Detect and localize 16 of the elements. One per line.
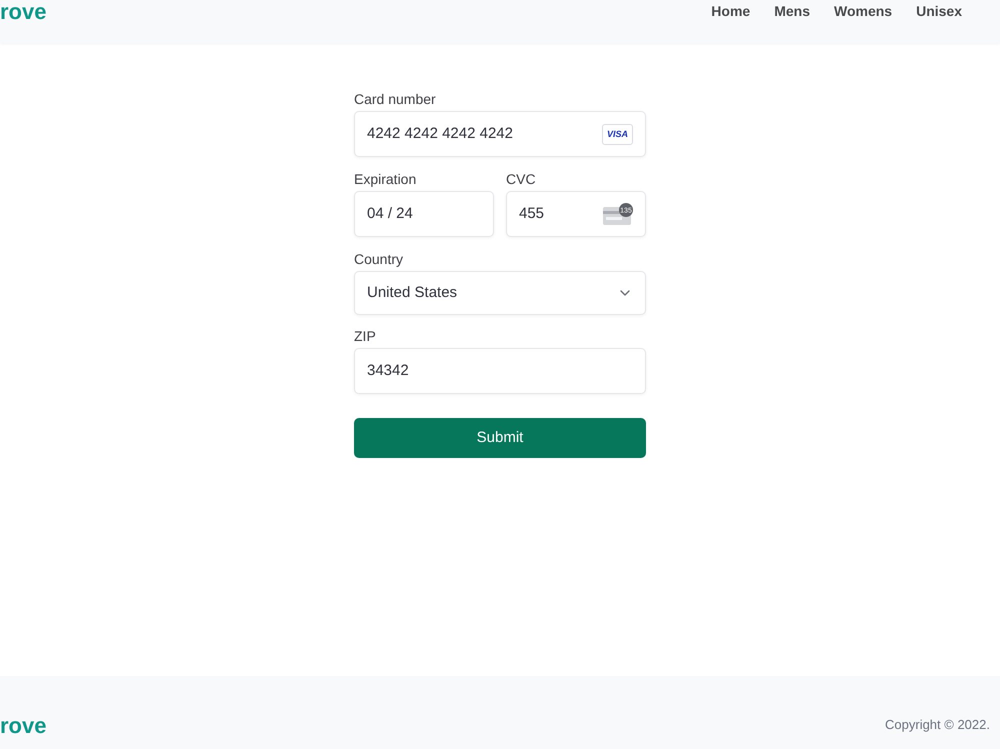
nav-link[interactable]: Unisex — [916, 2, 962, 20]
nav-link[interactable]: Home — [711, 2, 750, 20]
card-number-field[interactable]: 4242 4242 4242 4242 VISA — [354, 111, 646, 157]
field-label: Country — [354, 250, 404, 269]
nav-link[interactable]: Mens — [774, 2, 810, 20]
country-select[interactable]: United States — [354, 271, 646, 315]
nav-link[interactable]: Womens — [834, 2, 892, 20]
field-label: Card number — [354, 90, 436, 109]
copyright-text: Copyright © 2022. — [885, 717, 991, 733]
submit-button[interactable]: Submit — [354, 418, 646, 458]
field-label: ZIP — [354, 327, 376, 346]
card-brand-logo: VISA — [602, 124, 633, 144]
field-label: Expiration — [354, 170, 416, 189]
expiration-field[interactable]: 04 / 24 — [354, 191, 494, 237]
zip-field[interactable]: 34342 — [354, 348, 646, 394]
field-label: CVC — [506, 170, 536, 189]
